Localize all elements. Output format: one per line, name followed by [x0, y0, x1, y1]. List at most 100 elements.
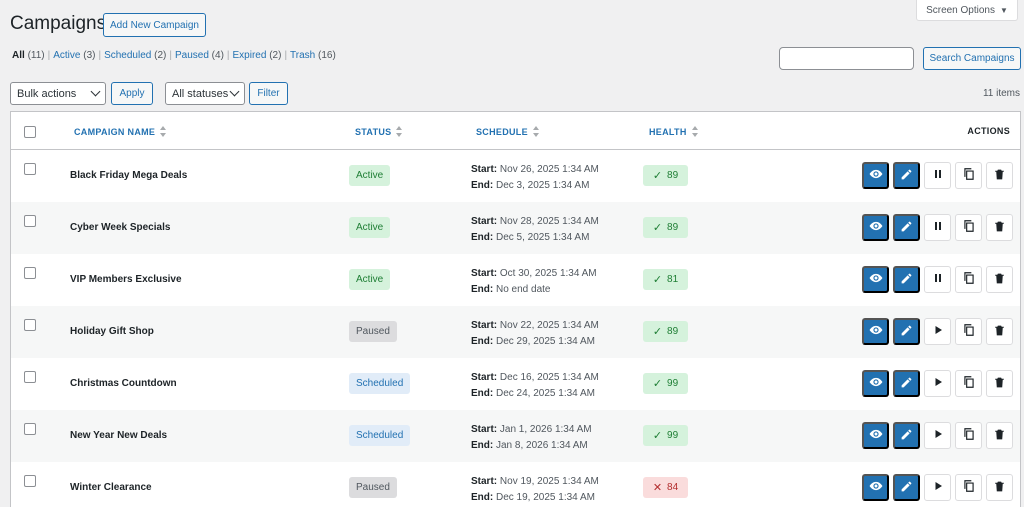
end-date: Dec 29, 2025 1:34 AM	[496, 336, 595, 347]
schedule-cell: Start: Jan 1, 2026 1:34 AM End: Jan 8, 20…	[471, 422, 592, 454]
campaign-name[interactable]: Holiday Gift Shop	[70, 326, 154, 337]
row-checkbox[interactable]	[24, 423, 36, 435]
column-label: HEALTH	[649, 126, 687, 137]
edit-button[interactable]	[893, 422, 920, 449]
apply-button[interactable]: Apply	[111, 82, 153, 105]
start-label: Start:	[471, 320, 498, 331]
filter-separator: |	[169, 50, 172, 61]
filter-link-active[interactable]: Active	[53, 50, 80, 61]
copy-icon	[962, 271, 976, 288]
filter-separator: |	[98, 50, 102, 61]
campaign-name[interactable]: Black Friday Mega Deals	[70, 170, 187, 181]
row-checkbox[interactable]	[24, 163, 36, 175]
schedule-cell: Start: Nov 19, 2025 1:34 AM End: Dec 19, …	[471, 474, 599, 506]
column-campaign-name[interactable]: CAMPAIGN NAME	[74, 126, 167, 137]
play-button[interactable]	[924, 370, 951, 397]
view-button[interactable]	[862, 162, 889, 189]
end-label: End:	[471, 388, 494, 399]
pencil-icon	[900, 168, 913, 184]
column-actions: ACTIONS	[967, 126, 1010, 136]
view-button[interactable]	[862, 474, 889, 501]
edit-button[interactable]	[893, 318, 920, 345]
filter-link-trash[interactable]: Trash	[290, 50, 315, 61]
pencil-icon	[900, 376, 913, 392]
play-button[interactable]	[924, 318, 951, 345]
play-button[interactable]	[924, 474, 951, 501]
pause-button[interactable]	[924, 266, 951, 293]
filter-link-all[interactable]: All	[12, 50, 25, 61]
status-select[interactable]: All statuses	[165, 82, 245, 105]
campaign-name[interactable]: Cyber Week Specials	[70, 222, 170, 233]
end-date: Dec 19, 2025 1:34 AM	[496, 492, 595, 503]
edit-button[interactable]	[893, 266, 920, 293]
view-button[interactable]	[862, 266, 889, 293]
row-checkbox[interactable]	[24, 215, 36, 227]
end-date: Dec 3, 2025 1:34 AM	[496, 180, 590, 191]
filter-link-expired[interactable]: Expired	[233, 50, 267, 61]
edit-button[interactable]	[893, 370, 920, 397]
duplicate-button[interactable]	[955, 370, 982, 397]
filter-separator: |	[47, 50, 51, 61]
duplicate-button[interactable]	[955, 318, 982, 345]
start-date: Jan 1, 2026 1:34 AM	[499, 424, 592, 435]
delete-button[interactable]	[986, 474, 1013, 501]
row-checkbox[interactable]	[24, 267, 36, 279]
view-button[interactable]	[862, 422, 889, 449]
campaign-name[interactable]: Winter Clearance	[70, 482, 152, 493]
filter-link-paused[interactable]: Paused	[175, 50, 209, 61]
start-date: Dec 16, 2025 1:34 AM	[499, 372, 599, 383]
health-score: 84	[667, 482, 679, 493]
column-health[interactable]: HEALTH	[649, 126, 698, 137]
row-checkbox[interactable]	[24, 475, 36, 487]
row-checkbox[interactable]	[24, 319, 36, 331]
duplicate-button[interactable]	[955, 162, 982, 189]
delete-button[interactable]	[986, 422, 1013, 449]
edit-button[interactable]	[893, 474, 920, 501]
select-all-checkbox[interactable]	[24, 126, 36, 138]
bulk-actions-select[interactable]: Bulk actions	[10, 82, 106, 105]
play-button[interactable]	[924, 422, 951, 449]
schedule-cell: Start: Dec 16, 2025 1:34 AM End: Dec 24, …	[471, 370, 599, 402]
filter-link-scheduled[interactable]: Scheduled	[104, 50, 151, 61]
pencil-icon	[900, 428, 913, 444]
delete-button[interactable]	[986, 318, 1013, 345]
screen-options-button[interactable]: Screen Options ▼	[916, 0, 1018, 21]
view-button[interactable]	[862, 318, 889, 345]
delete-button[interactable]	[986, 370, 1013, 397]
view-button[interactable]	[862, 214, 889, 241]
pause-icon	[932, 220, 944, 235]
duplicate-button[interactable]	[955, 266, 982, 293]
duplicate-button[interactable]	[955, 214, 982, 241]
column-status[interactable]: STATUS	[355, 126, 403, 137]
start-label: Start:	[471, 164, 498, 175]
filter-count: (3)	[83, 50, 96, 61]
add-new-campaign-button[interactable]: Add New Campaign	[103, 13, 206, 37]
filter-count: (4)	[211, 50, 224, 61]
delete-button[interactable]	[986, 266, 1013, 293]
view-button[interactable]	[862, 370, 889, 397]
pencil-icon	[900, 324, 913, 340]
delete-button[interactable]	[986, 162, 1013, 189]
edit-button[interactable]	[893, 214, 920, 241]
search-campaigns-button[interactable]: Search Campaigns	[923, 47, 1021, 70]
search-input[interactable]	[779, 47, 914, 70]
delete-button[interactable]	[986, 214, 1013, 241]
check-icon: ✓	[652, 274, 663, 286]
edit-button[interactable]	[893, 162, 920, 189]
table-row: New Year New Deals Scheduled Start: Jan 1,…	[11, 410, 1020, 462]
trash-icon	[993, 272, 1006, 288]
campaign-name[interactable]: Christmas Countdown	[70, 378, 177, 389]
filter-separator: |	[284, 50, 288, 61]
table-row: VIP Members Exclusive Active Start: Oct 30…	[11, 254, 1020, 306]
pause-button[interactable]	[924, 214, 951, 241]
campaign-name[interactable]: VIP Members Exclusive	[70, 274, 182, 285]
duplicate-button[interactable]	[955, 422, 982, 449]
row-checkbox[interactable]	[24, 371, 36, 383]
copy-icon	[962, 427, 976, 444]
campaign-name[interactable]: New Year New Deals	[70, 430, 167, 441]
column-schedule[interactable]: SCHEDULE	[476, 126, 539, 137]
column-label: SCHEDULE	[476, 126, 528, 137]
duplicate-button[interactable]	[955, 474, 982, 501]
pause-button[interactable]	[924, 162, 951, 189]
filter-button[interactable]: Filter	[249, 82, 288, 105]
